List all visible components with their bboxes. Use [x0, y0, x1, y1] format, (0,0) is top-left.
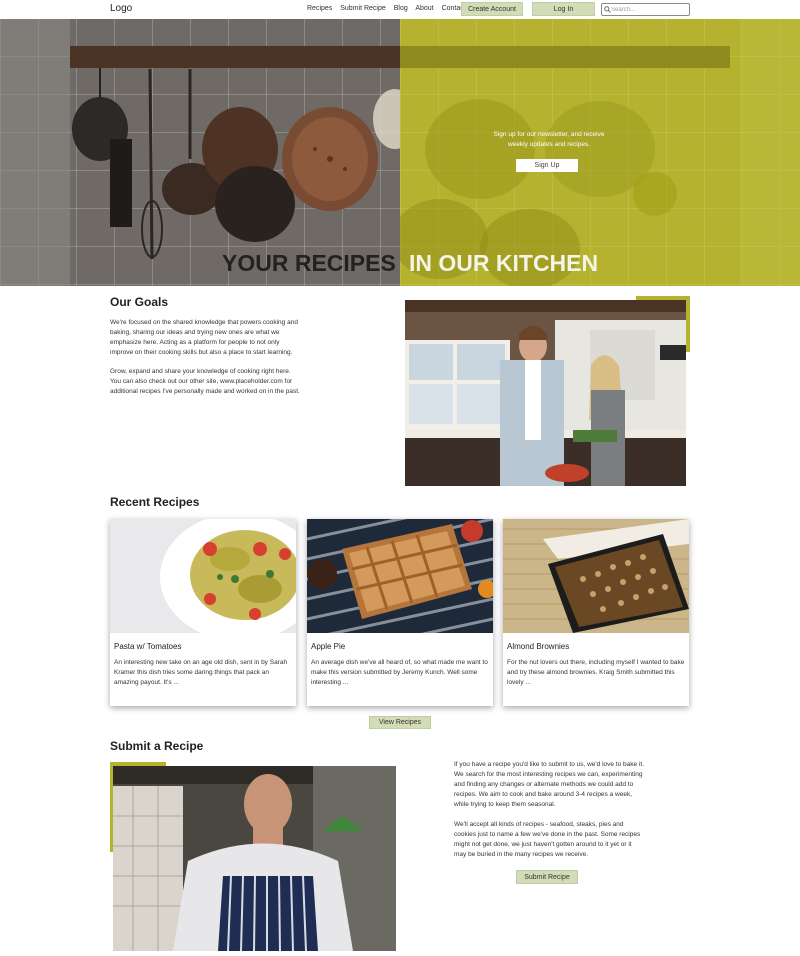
- hero-banner: Sign up for our newsletter, and receive …: [0, 19, 800, 286]
- hero-accent-overlay: [400, 19, 800, 286]
- submit-recipe-button[interactable]: Submit Recipe: [516, 870, 578, 884]
- submit-heading: Submit a Recipe: [110, 739, 204, 753]
- goals-paragraph-1: We're focused on the shared knowledge th…: [110, 319, 298, 356]
- hero-overlay-cookware: [400, 19, 800, 286]
- hero-title-left: YOUR RECIPES: [222, 250, 396, 276]
- couple-cooking-photo: [405, 300, 686, 486]
- couple-cooking-illustration: [405, 300, 686, 486]
- nav-link-blog[interactable]: Blog: [394, 5, 408, 12]
- newsletter-text: Sign up for our newsletter, and receive …: [493, 131, 605, 148]
- goals-heading: Our Goals: [110, 295, 169, 309]
- recipe-card[interactable]: Almond Brownies For the nut lovers out t…: [503, 519, 689, 706]
- almond-brownies-photo: [503, 519, 689, 633]
- hero-title-right: IN OUR KITCHEN: [409, 250, 599, 276]
- nav-link-submit-recipe[interactable]: Submit Recipe: [340, 5, 386, 12]
- apple-pie-photo: [307, 519, 493, 633]
- recipe-card-title[interactable]: Almond Brownies: [507, 642, 569, 651]
- hanging-cookware-illustration: [0, 19, 400, 286]
- recipe-card-title[interactable]: Apple Pie: [311, 642, 345, 651]
- recipes-heading: Recent Recipes: [110, 495, 200, 509]
- recipe-card-title[interactable]: Pasta w/ Tomatoes: [114, 642, 181, 651]
- submit-paragraph-1: If you have a recipe you'd like to submi…: [454, 761, 645, 808]
- hero-kitchen-photo: [0, 19, 400, 286]
- recipe-card[interactable]: Pasta w/ Tomatoes An interesting new tak…: [110, 519, 296, 706]
- search-box[interactable]: [601, 3, 690, 16]
- apple-pie-illustration: [307, 519, 493, 633]
- nav-link-recipes[interactable]: Recipes: [307, 5, 332, 12]
- recipe-card-description: An average dish we've all heard of, so w…: [311, 659, 488, 686]
- recipe-card-description: For the nut lovers out there, including …: [507, 659, 685, 686]
- pasta-photo: [110, 519, 296, 633]
- nav-link-about[interactable]: About: [415, 5, 433, 12]
- search-icon: [604, 6, 611, 13]
- chef-illustration: [113, 766, 396, 951]
- pasta-illustration: [110, 519, 296, 633]
- top-nav: Logo Recipes Submit Recipe Blog About Co…: [0, 0, 800, 19]
- search-input[interactable]: [611, 6, 687, 13]
- nav-links: Recipes Submit Recipe Blog About Contact: [307, 5, 472, 12]
- submit-paragraph-2: We'll accept all kinds of recipes - seaf…: [454, 821, 641, 858]
- chef-photo: [113, 766, 396, 951]
- almond-brownies-illustration: [503, 519, 689, 633]
- login-button[interactable]: Log In: [532, 2, 595, 16]
- create-account-button[interactable]: Create Account: [461, 2, 523, 16]
- view-recipes-button[interactable]: View Recipes: [369, 716, 431, 729]
- signup-button[interactable]: Sign Up: [516, 159, 578, 172]
- recipe-card-description: An interesting new take on an age old di…: [114, 659, 288, 686]
- goals-paragraph-2: Grow, expand and share your knowledge of…: [110, 368, 300, 395]
- recipe-card[interactable]: Apple Pie An average dish we've all hear…: [307, 519, 493, 706]
- logo[interactable]: Logo: [110, 3, 132, 14]
